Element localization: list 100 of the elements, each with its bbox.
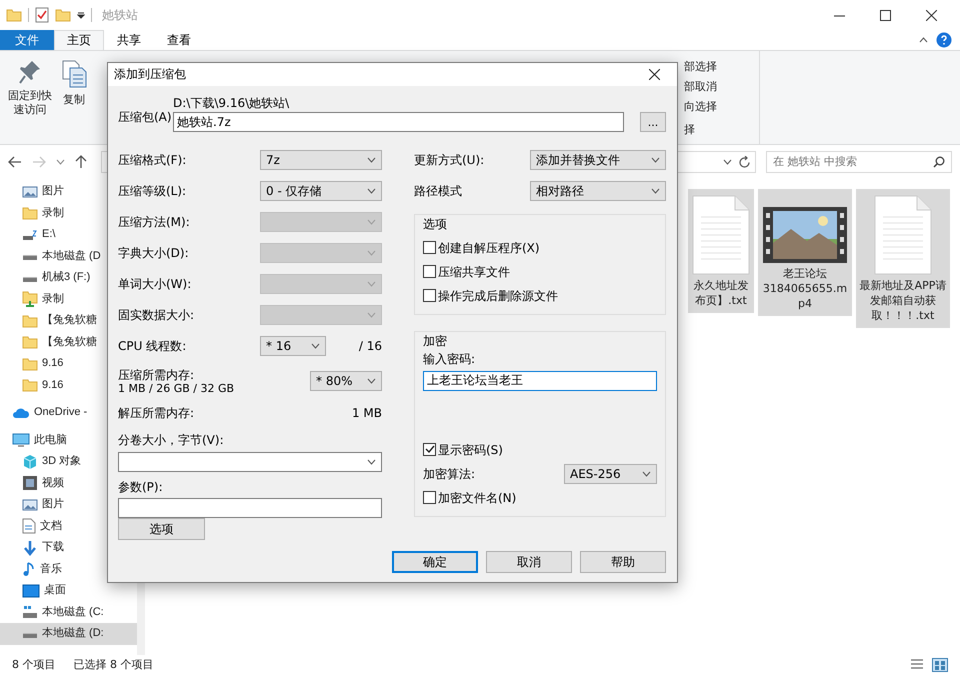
caret-icon [367,312,376,318]
field-label: 输入密码: [423,352,476,367]
item-count: 8 个项目 [12,658,56,672]
selection-count: 已选择 8 个项目 [74,658,154,672]
nav-item[interactable]: 本地磁盘 (C: [0,602,137,623]
text-file-icon [874,195,932,275]
cube-icon [22,454,38,470]
up-arrow-icon[interactable] [75,155,87,169]
field-label: CPU 线程数: [118,338,186,354]
checkbox[interactable]: 显示密码(S) [423,438,657,462]
caret-icon [367,378,376,384]
ribbon-command[interactable]: 固定到快速访问 [8,51,52,144]
password-field[interactable]: 上老王论坛当老王 [423,370,657,391]
dropdown-icon[interactable] [77,11,85,19]
checkmark-icon [424,445,434,454]
field-label: 更新方式(U): [414,152,484,168]
ribbon-command[interactable]: 部取消 [684,77,759,97]
search-field[interactable]: 在 她轶站 中搜索 [766,151,952,173]
dropdown[interactable]: 0 - 仅存储 [260,180,382,201]
checkbox[interactable]: 压缩共享文件 [423,260,657,284]
field-label: 字典大小(D): [118,246,189,260]
caret-icon [367,458,376,465]
ribbon-command[interactable]: 复制 [52,51,96,144]
field-label: 路径模式 [414,184,462,198]
help-icon[interactable] [936,32,952,48]
text-field[interactable] [118,498,382,518]
dialog-button[interactable]: 确定 [392,551,478,573]
dropdown[interactable]: 7z [260,150,382,170]
close-icon[interactable] [648,69,660,80]
dialog-button[interactable]: 取消 [486,551,572,573]
chevron-down-icon[interactable] [56,159,65,165]
details-view-icon[interactable] [910,658,924,670]
checkbox[interactable]: 操作完成后删除源文件 [423,284,657,308]
caret-icon [311,342,320,349]
chevron-down-icon[interactable] [723,159,732,165]
checkbox[interactable]: 加密文件名(N) [423,486,657,510]
dialog-button[interactable]: 帮助 [580,551,666,573]
dropdown[interactable]: * 80% [310,371,382,392]
nav-item[interactable]: 音乐 [0,558,137,580]
maximize-icon[interactable] [880,10,890,20]
ribbon-group-label: 择 [684,122,696,136]
field-label: 压缩包(A) [118,109,173,126]
down-arrow-icon [22,540,38,556]
text-file-icon [692,195,750,275]
ribbon-tab[interactable]: 主页 [54,30,104,50]
close-icon[interactable] [926,10,936,20]
file-item[interactable]: 最新地址及APP请发邮箱自动获取！！！.txt [856,189,950,328]
caret-icon [651,156,660,163]
folder-icon [22,356,38,371]
ribbon-command[interactable]: 向选择 [684,97,759,117]
window-title: 她轶站 [102,8,138,22]
nav-item[interactable]: 桌面 [0,580,137,602]
thread-max: / 16 [358,338,382,354]
search-icon[interactable] [933,156,945,168]
dropdown[interactable]: 相对路径 [530,180,666,201]
memory-value: 1 MB [352,406,382,421]
nav-item[interactable]: 本地磁盘 (D: [0,623,137,644]
group-title: 选项 [423,217,448,232]
memory-usage: 1 MB / 26 GB / 32 GB [118,382,234,396]
image-icon [22,498,38,512]
drive-icon [22,605,38,620]
desktop-icon [22,584,40,598]
archive-path: D:\下载\9.16\她轶站\ [173,96,290,110]
collapse-ribbon-icon[interactable] [919,37,928,43]
file-item[interactable]: 老王论坛3184065655.mp4 [758,189,852,316]
dropdown[interactable]: 添加并替换文件 [530,150,666,170]
field-label: 加密算法: [423,466,476,481]
folder-icon [22,378,38,392]
caret-icon [367,250,376,256]
field-label: 分卷大小，字节(V): [118,433,225,448]
properties-icon[interactable] [35,7,49,23]
document-icon [22,518,36,534]
checkbox[interactable]: 创建自解压程序(X) [423,236,657,260]
field-label: 固实数据大小: [118,308,194,322]
film-icon [22,475,38,492]
drive-icon [22,228,38,241]
dropdown[interactable]: AES-256 [564,464,657,484]
cloud-icon [12,406,30,419]
caret-icon [367,218,376,225]
icons-view-icon[interactable] [932,658,948,672]
options-button[interactable]: 选项 [118,518,205,540]
copy-icon [61,59,87,89]
field-label: 压缩格式(F): [118,152,186,168]
nav-item[interactable]: 录制 [0,288,137,310]
refresh-icon[interactable] [738,156,751,168]
dropdown[interactable] [118,452,382,472]
dropdown[interactable]: * 16 [260,336,326,356]
ribbon-tab[interactable]: 共享 [104,30,154,50]
music-note-icon [22,561,36,578]
file-item[interactable]: 永久地址发布页】.txt [688,189,754,313]
browse-button[interactable]: ... [640,112,666,132]
folder-icon [22,314,38,328]
archive-name-field[interactable]: 她轶站.7z [173,112,624,132]
back-arrow-icon[interactable] [8,156,22,168]
folder-icon [22,206,38,220]
ribbon-command[interactable]: 部选择 [684,57,759,77]
image-icon [22,184,38,199]
field-label: 压缩等级(L): [118,184,186,198]
ribbon-tab[interactable]: 查看 [154,30,204,50]
file-menu-tab[interactable]: 文件 [0,30,54,50]
